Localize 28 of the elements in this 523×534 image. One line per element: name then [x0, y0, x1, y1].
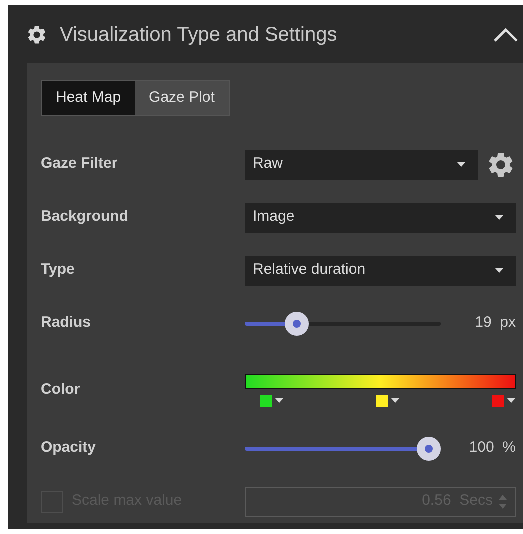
dropdown[interactable]: Image [245, 202, 516, 232]
caret-icon [391, 398, 400, 403]
tab[interactable]: Heat Map [42, 81, 136, 115]
color-picker[interactable] [260, 394, 284, 406]
dropdown[interactable]: Relative duration [245, 256, 516, 286]
field-label: Color [41, 380, 82, 400]
slider-reading: 100 % [469, 438, 516, 458]
slider-reading: 19 px [475, 313, 516, 334]
color-picker[interactable] [492, 394, 516, 406]
field-label: Background [41, 207, 130, 228]
slider-thumb[interactable] [285, 312, 310, 336]
field-label: Gaze Filter [41, 154, 119, 174]
field-label: Type [41, 260, 76, 280]
panel-header[interactable]: Visualization Type and Settings [8, 5, 523, 63]
slider-track[interactable] [245, 436, 441, 460]
slider-thumb[interactable] [417, 436, 441, 460]
caret-icon [275, 398, 284, 403]
panel-title: Visualization Type and Settings [60, 23, 338, 48]
caret-icon [457, 162, 466, 167]
settings-icon[interactable] [26, 24, 48, 46]
caret-icon [495, 268, 504, 273]
field-label: Radius [41, 313, 92, 334]
chevron-up-icon[interactable] [493, 27, 519, 43]
caret-icon [507, 398, 516, 403]
dropdown[interactable]: Raw [245, 150, 478, 180]
caret-icon [495, 215, 504, 220]
color-picker[interactable] [376, 394, 400, 406]
field-label: Opacity [41, 438, 98, 458]
